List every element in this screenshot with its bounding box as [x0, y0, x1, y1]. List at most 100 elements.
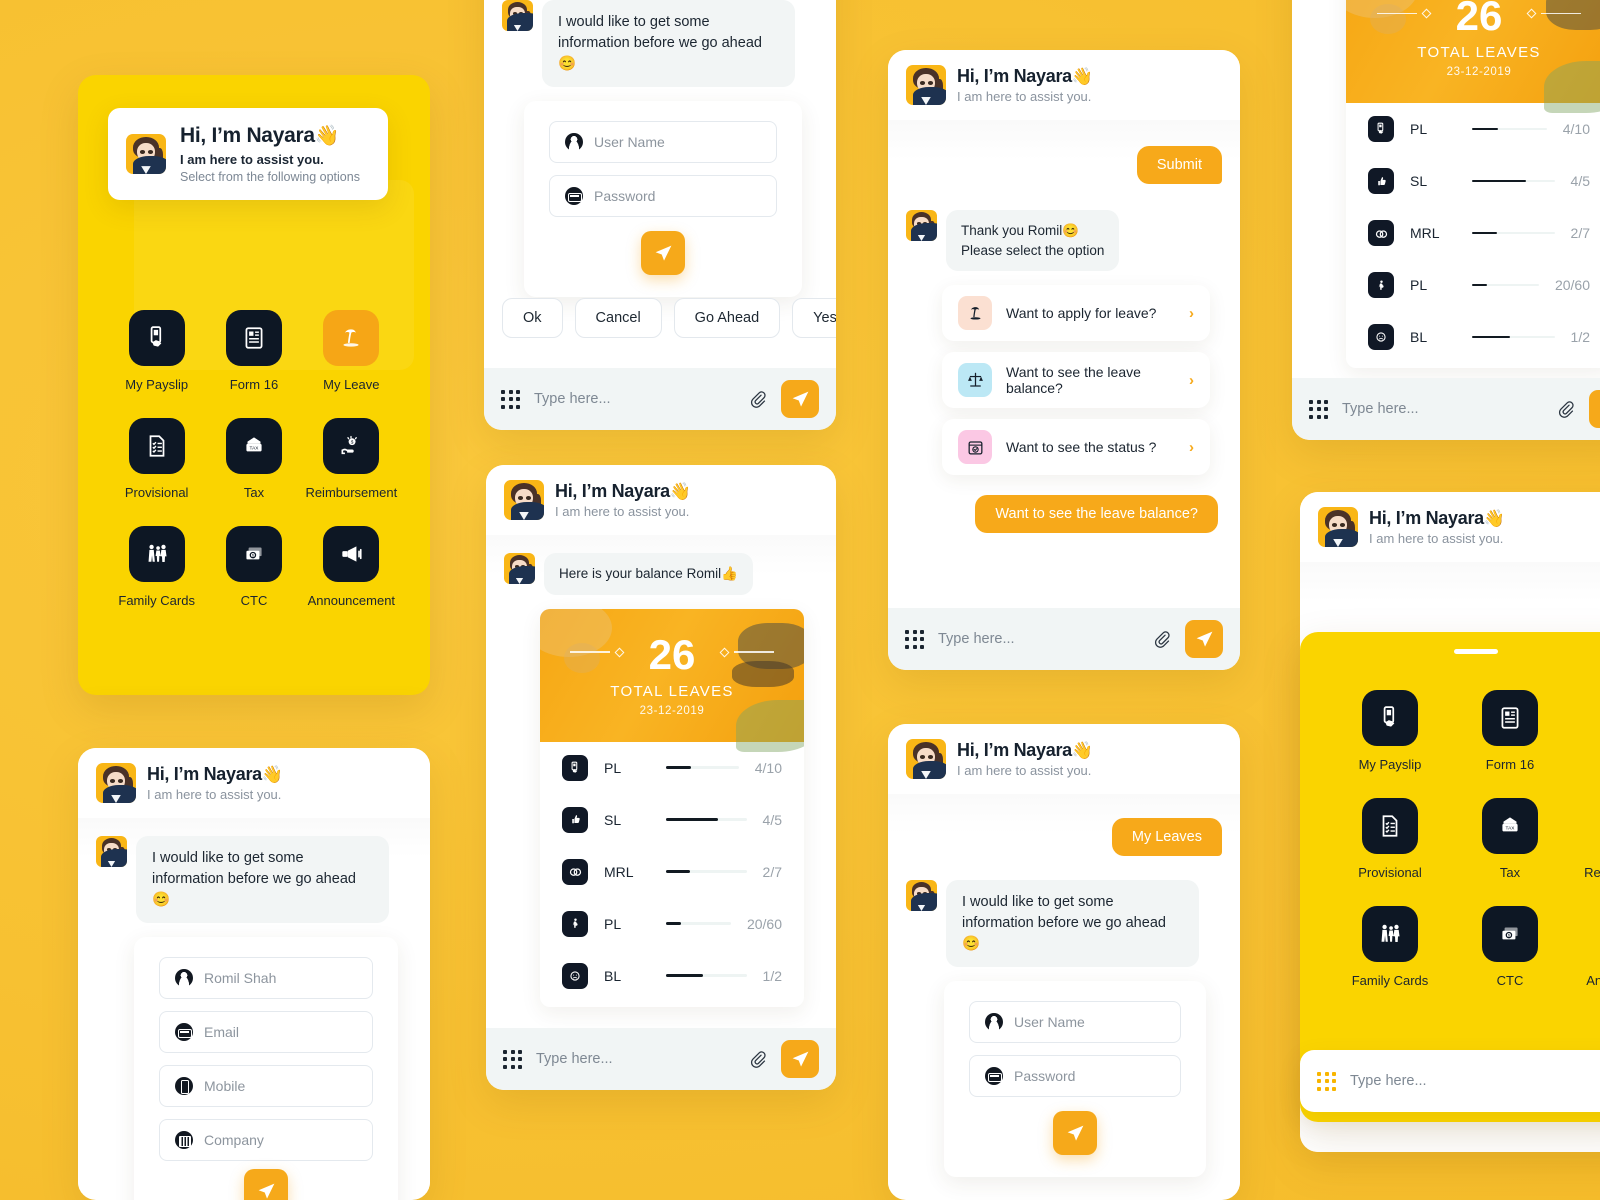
chat-body: 26 TOTAL LEAVES 23-12-2019 PL 4/10 SL 4/… — [1292, 0, 1600, 376]
quick-reply-go-ahead[interactable]: Go Ahead — [673, 298, 781, 338]
menu-tile-provisional[interactable]: Provisional — [1330, 798, 1450, 880]
menu-tile-my-payslip[interactable]: My Payslip — [108, 310, 205, 392]
option-status[interactable]: Want to see the status ? › — [942, 419, 1210, 476]
menu-tile-tax[interactable]: TAX Tax — [1450, 798, 1570, 880]
login-submit-button[interactable] — [641, 231, 685, 276]
company-field[interactable]: Company — [159, 1119, 373, 1162]
paperclip-icon[interactable] — [748, 1050, 767, 1069]
user-circle-icon — [175, 969, 193, 988]
composer-bar[interactable]: Type here... — [888, 608, 1240, 670]
apps-grid-icon[interactable] — [905, 629, 924, 649]
screenshot-stage: Hi, I’m Nayara👋 I am here to assist you.… — [0, 0, 1600, 1200]
bot-message: Here is your balance Romil👍 — [504, 553, 818, 595]
chat-panel-contact-form: Hi, I’m Nayara👋 I am here to assist you.… — [78, 748, 430, 1200]
message-input[interactable]: Type here... — [536, 1051, 734, 1067]
hero-rule — [1346, 8, 1600, 19]
quick-reply-cancel[interactable]: Cancel — [574, 298, 662, 338]
avatar — [96, 836, 127, 867]
menu-tile-announcement[interactable]: Announcement — [1570, 906, 1600, 988]
menu-tile-family-cards[interactable]: Family Cards — [1330, 906, 1450, 988]
email-field[interactable]: Email — [159, 1011, 373, 1054]
password-placeholder: Password — [1014, 1068, 1076, 1085]
composer-bar[interactable]: Type here... — [486, 1028, 836, 1090]
option-apply-leave[interactable]: Want to apply for leave? › — [942, 285, 1210, 342]
apps-grid-icon[interactable] — [503, 1049, 522, 1069]
login-form-card: User Name Password — [944, 981, 1206, 1178]
message-input[interactable]: Type here... — [1350, 1073, 1600, 1089]
leave-progress — [666, 922, 731, 925]
table-row: BL 1/2 — [540, 950, 804, 1007]
menu-tile-reimbursement[interactable]: $ Reimbursement — [1570, 798, 1600, 880]
leave-code: MRL — [604, 863, 634, 880]
user-circle-icon — [565, 133, 583, 152]
password-field[interactable]: Password — [969, 1055, 1181, 1098]
leave-balance-card: 26 TOTAL LEAVES 23-12-2019 PL 4/10 SL 4/… — [540, 608, 804, 1007]
menu-tile-provisional[interactable]: Provisional — [108, 418, 205, 500]
avatar — [906, 210, 937, 241]
send-button[interactable] — [1589, 390, 1600, 428]
login-submit-button[interactable] — [1053, 1111, 1097, 1156]
menu-tile-tax[interactable]: TAX Tax — [205, 418, 302, 500]
menu-tile-ctc[interactable]: $ CTC — [205, 526, 302, 608]
wave-icon: 👋 — [1071, 740, 1093, 760]
user-message-submit: Submit — [1136, 146, 1222, 184]
username-field[interactable]: User Name — [549, 121, 777, 164]
composer-bar[interactable]: Type here... — [484, 368, 836, 430]
apps-grid-icon[interactable] — [1317, 1071, 1336, 1091]
leave-hero: 26 TOTAL LEAVES 23-12-2019 — [1346, 0, 1600, 113]
bot-message: I would like to get some information bef… — [96, 836, 412, 924]
assistant-tagline: I am here to assist you. — [555, 504, 690, 520]
name-field[interactable]: Romil Shah — [159, 957, 373, 1000]
family-people-icon — [128, 526, 185, 582]
leave-value: 4/5 — [762, 811, 782, 828]
composer-bar[interactable]: Type here... — [1292, 378, 1600, 440]
submit-button[interactable] — [244, 1169, 288, 1200]
chat-body: Here is your balance Romil👍 26 TOTAL LEA… — [486, 535, 836, 1020]
leave-value: 1/2 — [1570, 329, 1590, 345]
send-button[interactable] — [1185, 620, 1223, 658]
option-leave-balance[interactable]: Want to see the leave balance? › — [942, 352, 1210, 409]
send-button[interactable] — [781, 1040, 819, 1078]
send-button[interactable] — [781, 380, 819, 418]
svg-text:TAX: TAX — [250, 446, 260, 452]
paperclip-icon[interactable] — [1556, 400, 1575, 419]
message-input[interactable]: Type here... — [938, 631, 1138, 647]
menu-tile-my-payslip[interactable]: My Payslip — [1330, 690, 1450, 772]
menu-tile-reimbursement[interactable]: $ Reimbursement — [303, 418, 400, 500]
leave-progress — [1472, 335, 1555, 339]
message-input[interactable]: Type here... — [1342, 401, 1542, 417]
message-input[interactable]: Type here... — [534, 391, 734, 407]
menu-panel-primary: Hi, I’m Nayara👋 I am here to assist you.… — [78, 75, 430, 695]
leave-value: 20/60 — [1554, 277, 1590, 293]
username-field[interactable]: User Name — [969, 1001, 1181, 1044]
scales-balance-icon — [958, 363, 992, 398]
option-label: Want to see the status ? — [1006, 439, 1157, 456]
leave-code: PL — [604, 759, 622, 776]
send-plane-icon — [792, 1051, 808, 1067]
paperclip-icon[interactable] — [748, 390, 767, 409]
menu-tile-announcement[interactable]: Announcement — [303, 526, 400, 608]
tax-tag-icon: TAX — [1482, 798, 1538, 854]
password-field[interactable]: Password — [549, 175, 777, 218]
assistant-subtagline: Select from the following options — [180, 170, 360, 185]
apps-grid-icon[interactable] — [1309, 399, 1328, 419]
mobile-field[interactable]: Mobile — [159, 1065, 373, 1108]
submit-row — [159, 1169, 373, 1200]
quick-reply-ok[interactable]: Ok — [502, 298, 563, 338]
menu-tile-family-cards[interactable]: Family Cards — [108, 526, 205, 608]
paperclip-icon[interactable] — [1152, 630, 1171, 649]
menu-tile-ctc[interactable]: $ CTC — [1450, 906, 1570, 988]
mail-circle-icon — [985, 1067, 1003, 1086]
menu-tile-label: Form 16 — [1485, 757, 1535, 772]
menu-tile-my-leave[interactable]: My Leave — [303, 310, 400, 392]
menu-tile-my-leave[interactable]: My Leave — [1570, 690, 1600, 772]
composer-bar-right[interactable]: Type here... — [1300, 1050, 1600, 1112]
menu-tile-form-16[interactable]: Form 16 — [1450, 690, 1570, 772]
menu-tile-form-16[interactable]: Form 16 — [205, 310, 302, 392]
quick-reply-yes[interactable]: Yes — [792, 298, 836, 338]
apps-grid-icon[interactable] — [501, 389, 520, 409]
menu-tile-label: My Payslip — [125, 377, 189, 392]
sheet-drag-handle[interactable] — [1454, 649, 1498, 654]
assistant-tagline: I am here to assist you. — [957, 89, 1092, 105]
leave-value: 4/10 — [754, 759, 782, 776]
